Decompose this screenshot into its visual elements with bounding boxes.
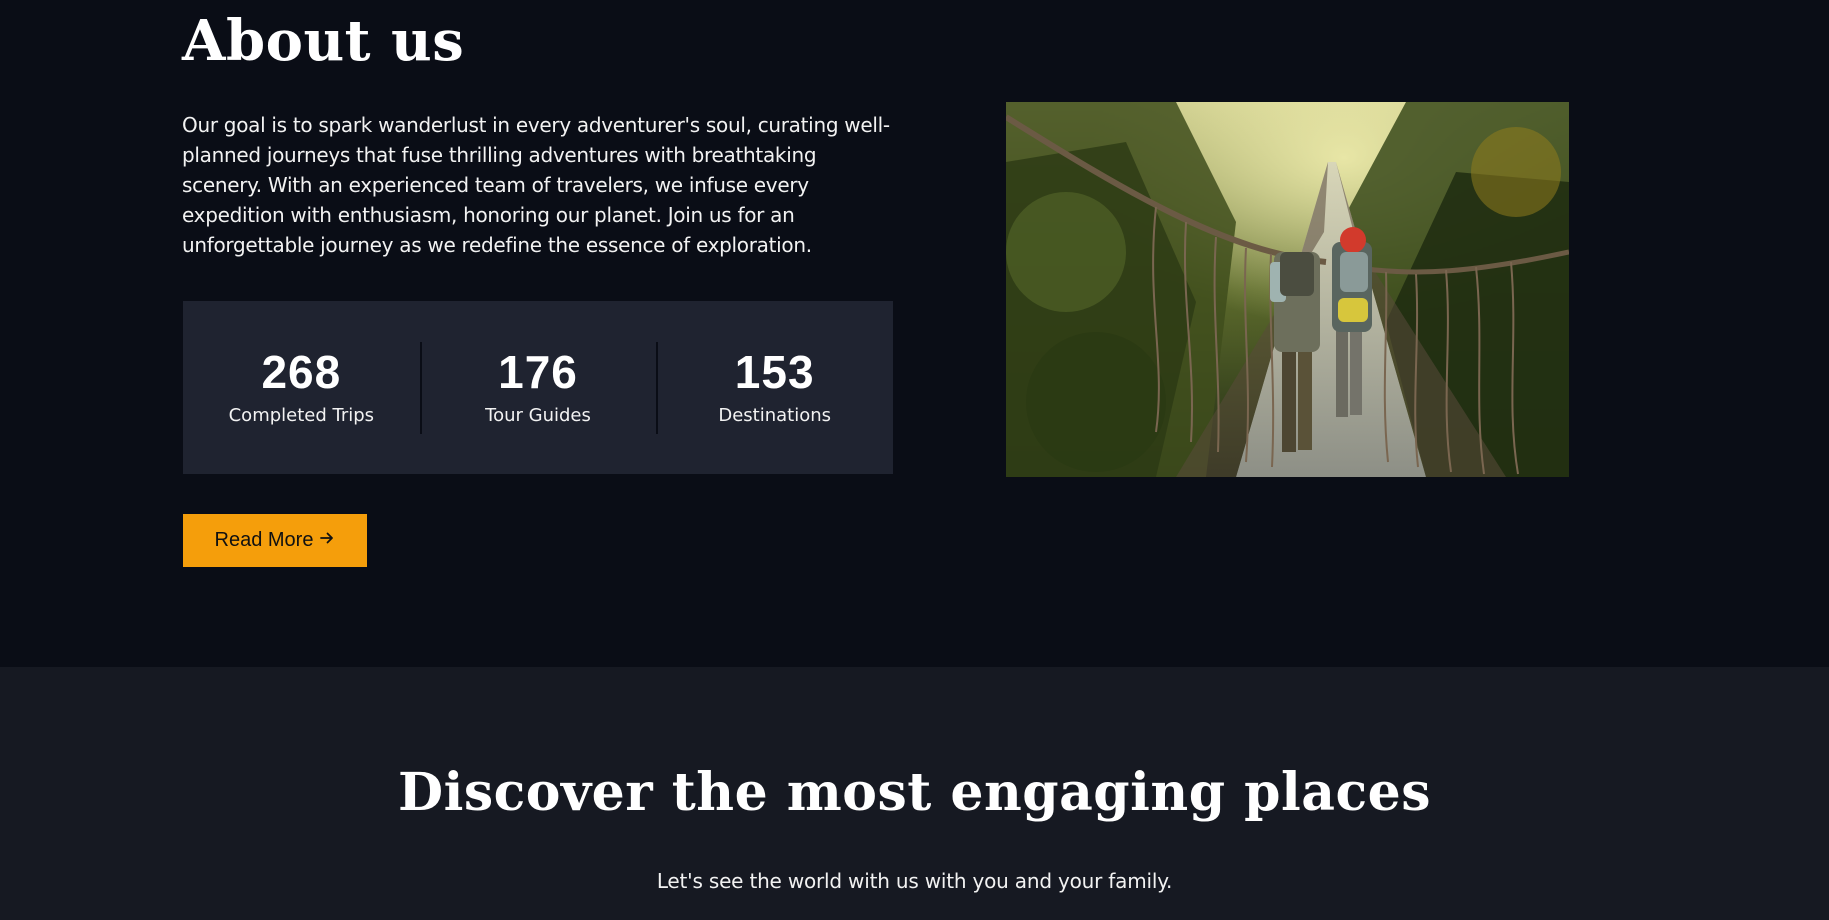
stat-value: 153 bbox=[734, 345, 815, 398]
stat-label: Tour Guides bbox=[485, 404, 591, 426]
stat-label: Destinations bbox=[718, 404, 832, 426]
read-more-label: Read More bbox=[214, 529, 314, 551]
discover-section: Discover the most engaging places Let's … bbox=[0, 667, 1829, 920]
about-description: Our goal is to spark wanderlust in every… bbox=[182, 113, 890, 257]
stat-value: 176 bbox=[498, 345, 578, 398]
discover-subtitle: Let's see the world with us with you and… bbox=[656, 869, 1173, 893]
stat-completed-trips: 268 Completed Trips bbox=[183, 342, 420, 434]
stats-panel: 268 Completed Trips 176 Tour Guides 153 … bbox=[183, 301, 893, 474]
hikers-bridge-photo bbox=[1006, 102, 1569, 477]
discover-title: Discover the most engaging places bbox=[397, 762, 1432, 823]
read-more-button[interactable]: Read More bbox=[183, 514, 367, 567]
stat-label: Completed Trips bbox=[228, 404, 375, 426]
stat-destinations: 153 Destinations bbox=[656, 341, 893, 434]
stat-tour-guides: 176 Tour Guides bbox=[419, 341, 657, 434]
about-title: About us bbox=[182, 8, 465, 74]
about-section: About us Our goal is to spark wanderlust… bbox=[0, 0, 1829, 667]
arrow-right-icon bbox=[319, 529, 335, 552]
stat-value: 268 bbox=[261, 345, 342, 398]
